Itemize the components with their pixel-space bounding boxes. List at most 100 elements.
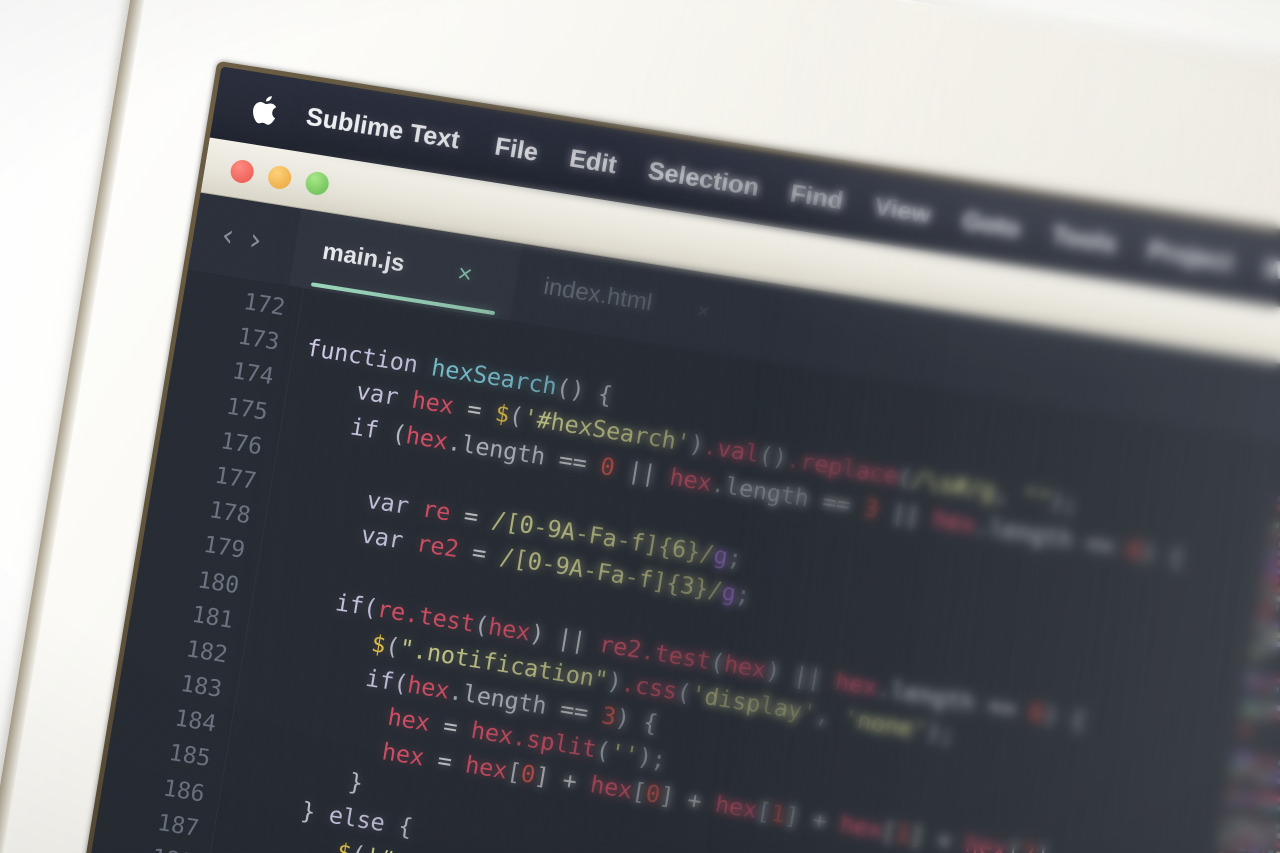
minimap-segment bbox=[1246, 773, 1254, 780]
code-token: hex bbox=[405, 670, 452, 705]
forward-arrow-icon[interactable]: › bbox=[247, 222, 265, 258]
code-token: hex bbox=[713, 790, 760, 825]
code-token: = bbox=[427, 709, 474, 744]
minimap-segment bbox=[1231, 771, 1239, 778]
minimap-segment bbox=[1275, 559, 1280, 566]
menu-item-sublime-text[interactable]: Sublime Text bbox=[304, 102, 462, 155]
photograph-of-laptop-screen: Sublime Text File Edit Selection Find Vi… bbox=[0, 0, 1280, 853]
code-token: ) || bbox=[763, 655, 838, 695]
menu-item-tools[interactable]: Tools bbox=[1050, 220, 1119, 259]
minimap-segment bbox=[1254, 629, 1259, 635]
code-token: = bbox=[421, 744, 468, 779]
back-arrow-icon[interactable]: ‹ bbox=[219, 218, 237, 254]
code-token: if( bbox=[363, 663, 410, 698]
code-token: ) { bbox=[1139, 537, 1186, 572]
minimap-segment bbox=[1268, 767, 1272, 774]
code-token: .val bbox=[701, 432, 762, 469]
menu-item-project[interactable]: Project bbox=[1146, 235, 1235, 277]
minimap-segment bbox=[1253, 765, 1261, 772]
tab-label: index.html bbox=[541, 272, 655, 317]
minimap-segment bbox=[1263, 575, 1279, 584]
minimap-segment bbox=[1262, 584, 1266, 591]
code-token: ) { bbox=[1041, 699, 1088, 734]
code-token: hex bbox=[833, 666, 880, 701]
menu-item-edit[interactable]: Edit bbox=[567, 144, 619, 180]
minimap-segment bbox=[1239, 836, 1255, 844]
minimap-segment bbox=[1256, 620, 1268, 627]
minimap-segment bbox=[1262, 703, 1270, 710]
code-token: hex bbox=[722, 649, 769, 684]
minimap-segment bbox=[1262, 849, 1267, 853]
menu-item-selection[interactable]: Selection bbox=[646, 156, 761, 202]
menu-item-find[interactable]: Find bbox=[788, 179, 845, 216]
menu-item-file[interactable]: File bbox=[493, 132, 541, 167]
minimap-segment bbox=[1274, 604, 1279, 611]
code-token: ] + bbox=[782, 801, 843, 838]
minimap-segment bbox=[1266, 558, 1274, 565]
minimap-segment bbox=[1222, 824, 1227, 830]
minimap-segment bbox=[1267, 840, 1272, 847]
minimap-segment bbox=[1230, 834, 1238, 841]
minimap-segment bbox=[1274, 832, 1280, 839]
minimap-segment bbox=[1237, 799, 1246, 806]
minimap-segment bbox=[1273, 677, 1280, 684]
code-token: hex bbox=[486, 611, 533, 647]
code-token: ) || bbox=[527, 618, 602, 658]
code-token: .css bbox=[619, 668, 680, 705]
minimap-segment bbox=[1272, 777, 1280, 785]
minimap-segment bbox=[1272, 522, 1280, 529]
tab-label: main.js bbox=[320, 237, 407, 278]
code-token: hex bbox=[469, 715, 516, 751]
menu-item-view[interactable]: View bbox=[872, 192, 933, 230]
code-token: ] + bbox=[907, 821, 968, 853]
code-token: = bbox=[451, 392, 498, 427]
code-token: || bbox=[612, 453, 673, 491]
minimize-window-button[interactable] bbox=[266, 163, 293, 191]
minimap-segment bbox=[1253, 638, 1257, 644]
code-token: == bbox=[972, 688, 1033, 726]
apple-logo-icon[interactable] bbox=[249, 93, 280, 127]
minimap-segment bbox=[1240, 818, 1252, 825]
menu-item-goto[interactable]: Goto bbox=[960, 206, 1023, 244]
minimap-segment bbox=[1259, 602, 1273, 610]
tab-close-icon[interactable]: × bbox=[455, 259, 474, 290]
minimap-segment bbox=[1253, 820, 1258, 826]
tab-close-icon[interactable]: × bbox=[695, 300, 711, 325]
minimap-segment bbox=[1268, 822, 1280, 830]
minimap-segment bbox=[1239, 790, 1245, 797]
minimap-segment bbox=[1275, 504, 1280, 512]
minimap-segment bbox=[1266, 594, 1271, 600]
code-token: ); bbox=[924, 716, 957, 749]
code-token: = bbox=[456, 535, 503, 571]
minimap-segment bbox=[1247, 801, 1255, 808]
minimap-segment bbox=[1228, 843, 1236, 850]
minimap-segment bbox=[1259, 638, 1263, 645]
menu-item-window[interactable]: Window bbox=[1262, 254, 1280, 298]
minimap-segment bbox=[1245, 682, 1255, 689]
code-token: () { bbox=[554, 373, 615, 410]
code-token: var bbox=[354, 377, 415, 414]
minimap-segment bbox=[1257, 684, 1271, 692]
minimap-segment bbox=[1267, 585, 1272, 592]
code-token: hex bbox=[463, 750, 510, 785]
code-token: hex bbox=[588, 770, 635, 805]
minimap-segment bbox=[1246, 791, 1254, 798]
close-window-button[interactable] bbox=[228, 157, 256, 185]
minimap-segment bbox=[1269, 622, 1279, 629]
code-token: == bbox=[544, 692, 605, 729]
minimap-segment bbox=[1228, 825, 1233, 831]
code-token: ; bbox=[733, 579, 753, 610]
code-token: hex bbox=[404, 420, 451, 455]
minimap-segment bbox=[1270, 713, 1280, 721]
code-token: ( bbox=[349, 839, 367, 853]
code-token: hex bbox=[385, 702, 432, 737]
minimap-segment bbox=[1267, 549, 1275, 556]
minimap-segment bbox=[1258, 675, 1272, 683]
zoom-window-button[interactable] bbox=[304, 169, 331, 197]
minimap-segment bbox=[1260, 630, 1265, 636]
minimap-segment bbox=[1271, 704, 1280, 712]
minimap-segment bbox=[1226, 797, 1236, 805]
macbook-laptop: Sublime Text File Edit Selection Find Vi… bbox=[0, 0, 1280, 853]
